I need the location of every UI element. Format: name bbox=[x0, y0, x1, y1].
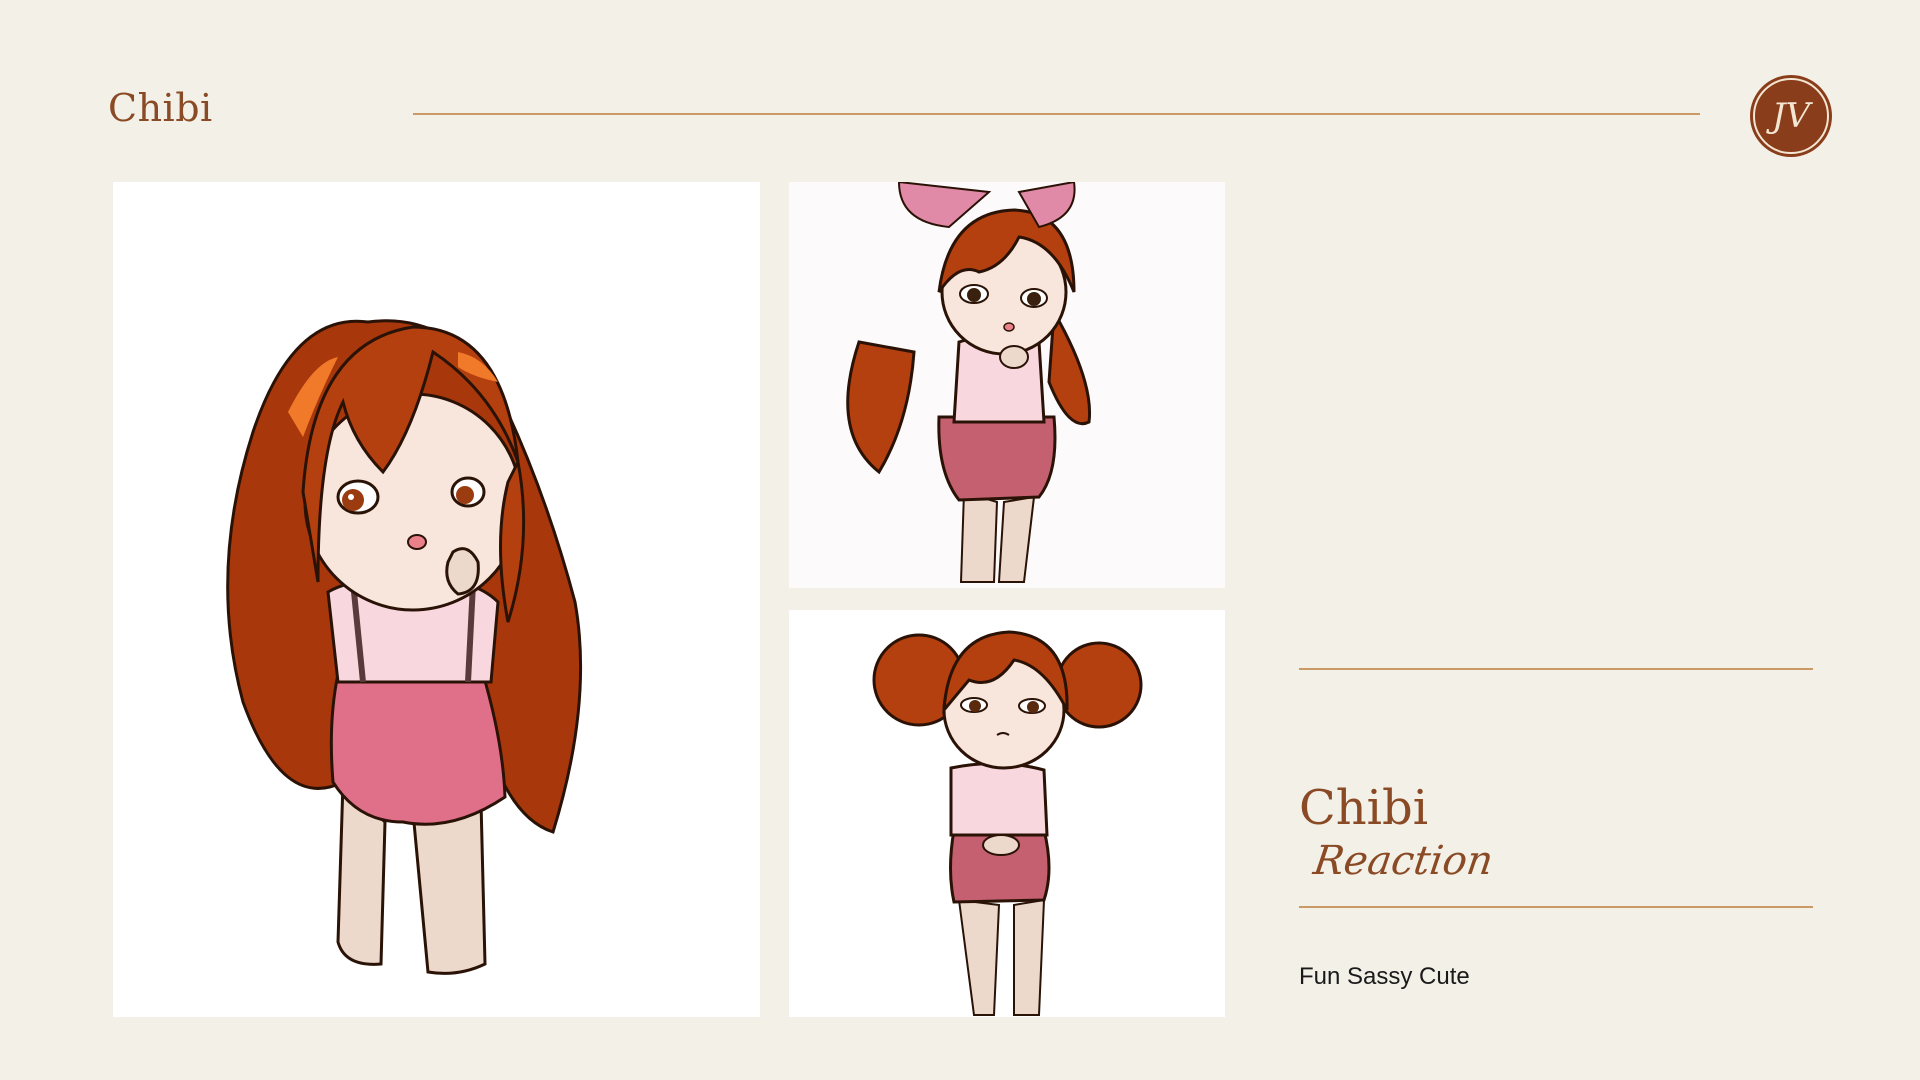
bow-girl-drawing bbox=[846, 182, 1092, 583]
sidebar-tags: Fun Sassy Cute bbox=[1299, 963, 1470, 990]
logo-monogram: JV bbox=[1771, 96, 1811, 136]
pigtails-girl-drawing bbox=[872, 630, 1143, 1016]
sidebar-bottom-divider bbox=[1299, 906, 1813, 908]
sidebar-title: Chibi bbox=[1299, 780, 1429, 836]
sidebar-subtitle: Reaction bbox=[1310, 838, 1496, 884]
long-hair-girl-drawing bbox=[226, 319, 583, 975]
illustration-bow-girl bbox=[789, 182, 1225, 588]
illustration-pigtails-girl bbox=[789, 610, 1225, 1017]
illustration-long-hair-girl bbox=[113, 182, 760, 1017]
sidebar-top-divider bbox=[1299, 668, 1813, 670]
header-divider bbox=[413, 113, 1700, 115]
header-title: Chibi bbox=[108, 86, 213, 130]
jv-logo: JV bbox=[1750, 75, 1832, 157]
